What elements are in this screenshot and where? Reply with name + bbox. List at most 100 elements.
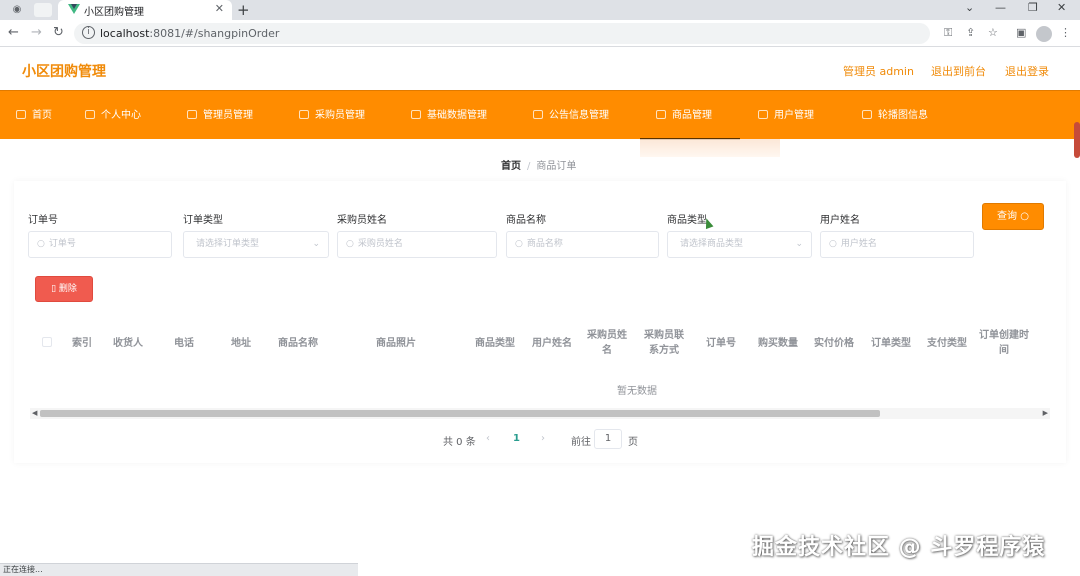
to-front-link[interactable]: 退出到前台 (931, 63, 986, 79)
product-name-input[interactable]: ○ 商品名称 (506, 231, 659, 258)
close-icon[interactable]: ✕ (215, 2, 224, 15)
prev-page-icon[interactable]: ‹ (486, 433, 490, 444)
nav-item-notice[interactable]: 公告信息管理 (533, 91, 609, 140)
order-type-select[interactable]: 请选择订单类型 ⌄ (183, 231, 329, 258)
logout-link[interactable]: 退出登录 (1005, 63, 1049, 79)
nav-label: 采购员管理 (315, 110, 365, 121)
info-icon[interactable]: i (82, 26, 95, 39)
order-type-label: 订单类型 (183, 215, 223, 226)
search-button-label: 查询 (997, 211, 1018, 222)
col-address: 地址 (231, 337, 251, 349)
nav-item-home[interactable]: 首页 (16, 91, 52, 140)
list-icon (411, 110, 421, 119)
minimize-icon[interactable]: — (995, 1, 1006, 14)
key-icon[interactable]: ⚿ (944, 26, 952, 40)
page-scrollbar-marker[interactable] (1074, 122, 1080, 158)
sidepanel-icon[interactable]: ▣ (1016, 26, 1026, 39)
browser-tab-active[interactable]: 小区团购管理 ✕ (58, 0, 232, 20)
new-tab-icon[interactable]: + (237, 1, 250, 19)
user-name-placeholder: 用户姓名 (840, 239, 877, 249)
nav-label: 基础数据管理 (427, 110, 487, 121)
delete-button-label: 删除 (58, 284, 77, 294)
url-host: localhost (100, 27, 150, 40)
buyer-name-input[interactable]: ○ 采购员姓名 (337, 231, 497, 258)
scroll-right-icon[interactable]: ▶ (1043, 408, 1048, 419)
window-close-icon[interactable]: ✕ (1057, 1, 1066, 14)
empty-text: 暂无数据 (617, 386, 657, 397)
goto-page-input[interactable]: 1 (594, 429, 622, 449)
reload-icon[interactable]: ↻ (53, 25, 64, 40)
status-bar: 正在连接... (0, 563, 358, 576)
search-button[interactable]: 查询 ○ (982, 203, 1044, 230)
buyer-name-label: 采购员姓名 (337, 215, 387, 226)
url-field[interactable]: i localhost:8081/#/shangpinOrder (74, 23, 930, 44)
search-icon: ○ (1020, 211, 1029, 222)
nav-item-admin[interactable]: 管理员管理 (187, 91, 253, 140)
list-icon (187, 110, 197, 119)
breadcrumb-home[interactable]: 首页 (501, 161, 521, 172)
scroll-left-icon[interactable]: ◀ (32, 408, 37, 419)
back-icon[interactable]: ← (8, 25, 19, 40)
order-no-input[interactable]: ○ 订单号 (28, 231, 172, 258)
list-icon (758, 110, 768, 119)
breadcrumb-current: 商品订单 (536, 161, 577, 172)
page-number-current[interactable]: 1 (513, 433, 520, 444)
search-icon: ○ (346, 239, 354, 249)
order-type-placeholder: 请选择订单类型 (196, 239, 260, 249)
col-buyer-contact: 采购员联系方式 (644, 330, 684, 356)
browser-tab-bar: ◉ 小区团购管理 ✕ + ⌄ — ❐ ✕ (0, 0, 1080, 20)
product-name-placeholder: 商品名称 (526, 239, 563, 249)
chevron-down-icon: ⌄ (312, 239, 320, 249)
goto-label: 前往 (571, 437, 591, 448)
col-receiver: 收货人 (113, 337, 143, 349)
breadcrumb: 首页 / 商品订单 (501, 157, 576, 172)
nav-item-profile[interactable]: 个人中心 (85, 91, 141, 140)
order-no-label: 订单号 (28, 215, 58, 226)
nav-item-buyer[interactable]: 采购员管理 (299, 91, 365, 140)
user-name-input[interactable]: ○ 用户姓名 (820, 231, 974, 258)
next-page-icon[interactable]: › (541, 433, 545, 444)
nav-item-carousel[interactable]: 轮播图信息 (862, 91, 928, 140)
list-icon (299, 110, 309, 119)
list-icon (862, 110, 872, 119)
nav-label: 个人中心 (101, 110, 141, 121)
col-product-type: 商品类型 (475, 337, 515, 349)
product-name-label: 商品名称 (506, 215, 546, 226)
col-order-type: 订单类型 (871, 337, 911, 349)
order-no-placeholder: 订单号 (48, 239, 76, 249)
app-header: 小区团购管理 管理员 admin 退出到前台 退出登录 (0, 48, 1080, 90)
tab-collapsed[interactable] (34, 3, 52, 17)
col-paid-price: 实付价格 (814, 337, 854, 349)
product-type-placeholder: 请选择商品类型 (680, 239, 744, 249)
select-all-checkbox[interactable] (42, 337, 52, 347)
nav-item-basic-data[interactable]: 基础数据管理 (411, 91, 487, 140)
col-created-time: 订单创建时间 (979, 330, 1029, 356)
chevron-down-icon[interactable]: ⌄ (965, 1, 974, 14)
globe-icon[interactable]: ◉ (8, 3, 26, 17)
search-icon: ○ (829, 239, 837, 249)
star-icon[interactable]: ☆ (988, 26, 998, 39)
share-icon[interactable]: ⇪ (966, 26, 975, 39)
tab-title: 小区团购管理 (84, 7, 144, 18)
nav-item-user[interactable]: 用户管理 (758, 91, 814, 140)
scrollbar-thumb[interactable] (40, 410, 880, 417)
url-path: :8081/#/shangpinOrder (149, 27, 280, 40)
col-buyer-name: 采购员姓名 (587, 330, 627, 356)
horizontal-scrollbar[interactable]: ◀ ▶ (30, 408, 1050, 419)
product-type-select[interactable]: 请选择商品类型 ⌄ (667, 231, 812, 258)
nav-label: 用户管理 (774, 110, 814, 121)
watermark: 掘金技术社区 @ 斗罗程序猿 (752, 535, 1046, 560)
search-icon: ○ (37, 239, 45, 249)
product-type-label: 商品类型 (667, 215, 707, 226)
col-index: 索引 (72, 337, 92, 349)
nav-item-product[interactable]: 商品管理 (640, 91, 740, 140)
restore-icon[interactable]: ❐ (1028, 1, 1038, 14)
delete-button[interactable]: ▯ 删除 (35, 276, 93, 302)
breadcrumb-separator: / (527, 161, 531, 172)
submenu-ghost (640, 139, 780, 157)
menu-icon[interactable]: ⋮ (1060, 26, 1071, 39)
avatar[interactable] (1036, 26, 1052, 42)
forward-icon[interactable]: → (31, 25, 42, 40)
user-icon (85, 110, 95, 119)
trash-icon: ▯ (51, 284, 57, 294)
